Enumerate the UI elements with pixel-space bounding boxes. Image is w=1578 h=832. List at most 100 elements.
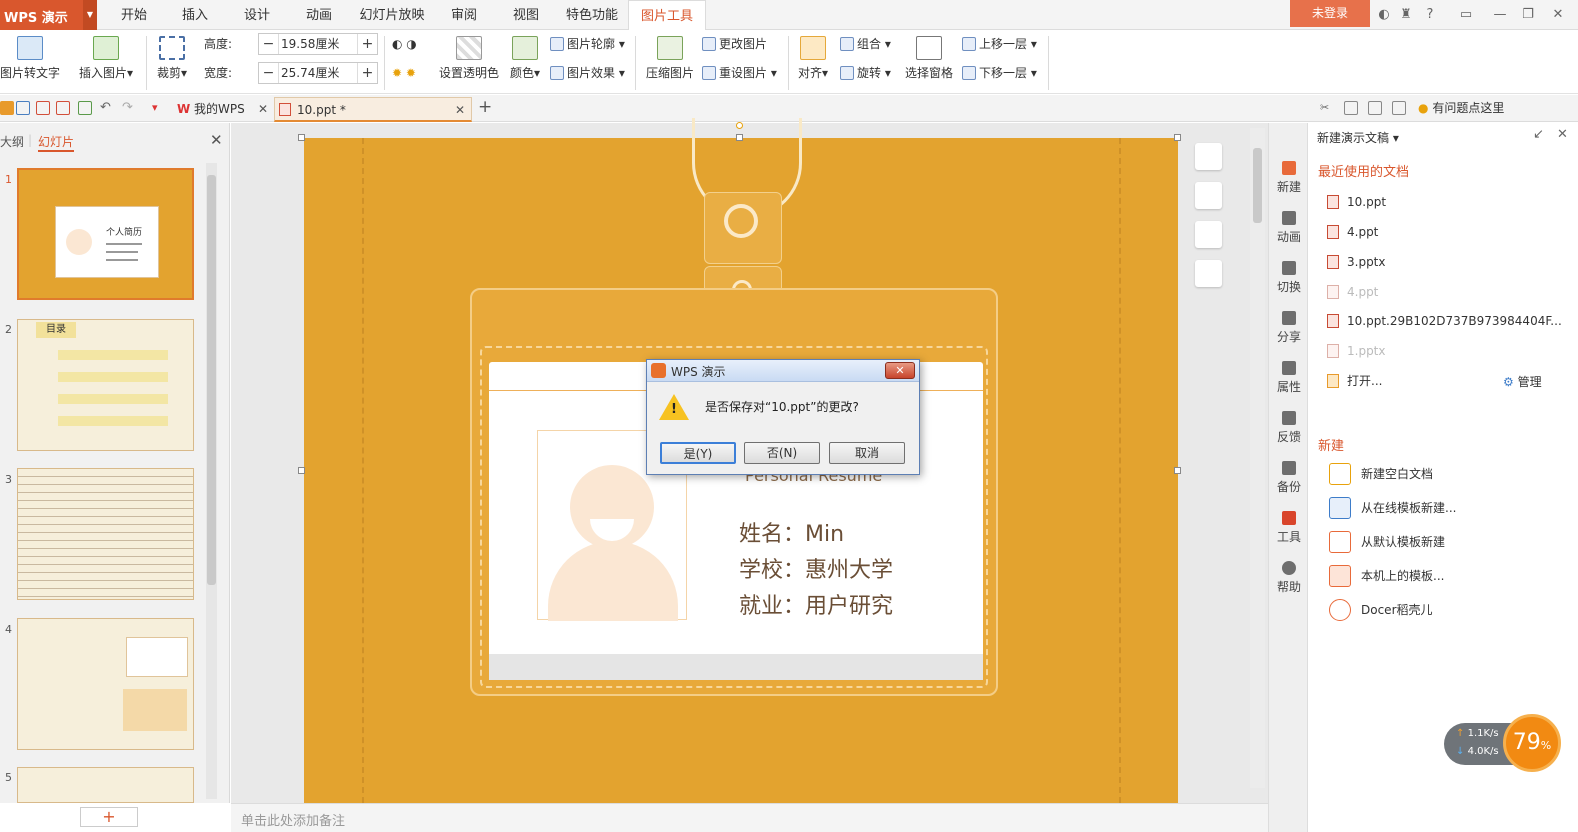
resize-handle[interactable] — [298, 134, 305, 141]
tab-features[interactable]: 特色功能 — [562, 0, 622, 30]
send-backward-button[interactable]: 下移一层 ▾ — [962, 62, 1037, 84]
tab-design[interactable]: 设计 — [235, 0, 279, 30]
contrast-icon[interactable]: ◐ ◑ — [392, 33, 417, 55]
pdf-icon[interactable] — [36, 101, 50, 115]
tab-review[interactable]: 审阅 — [442, 0, 486, 30]
height-value[interactable]: 19.58厘米 — [281, 34, 339, 54]
close-icon[interactable]: ✕ — [210, 131, 223, 149]
minimize-icon[interactable]: — — [1492, 7, 1508, 23]
slide-thumbnail-1[interactable]: 个人简历 — [17, 168, 194, 300]
new-from-online-template[interactable]: 从在线模板新建... — [1329, 495, 1456, 521]
slide-thumbnail-3[interactable] — [17, 468, 194, 600]
tool-icon[interactable] — [1368, 101, 1382, 115]
close-icon[interactable]: ✕ — [1550, 7, 1566, 23]
save-icon[interactable] — [16, 101, 30, 115]
reset-picture-button[interactable]: 重设图片 ▾ — [702, 62, 777, 84]
resize-handle[interactable] — [1174, 134, 1181, 141]
manage-link[interactable]: ⚙ 管理 — [1503, 373, 1542, 390]
minus-icon[interactable]: − — [259, 63, 279, 83]
nav-help[interactable]: 帮助 — [1269, 561, 1309, 595]
login-button[interactable]: 未登录 — [1290, 0, 1370, 27]
recent-file[interactable]: 4.ppt — [1327, 282, 1378, 302]
help-icon[interactable]: ? — [1422, 7, 1438, 23]
print-icon[interactable] — [56, 101, 70, 115]
app-menu-button[interactable]: WPS 演示 ▼ — [0, 0, 97, 30]
tab-insert[interactable]: 插入 — [173, 0, 217, 30]
nav-share[interactable]: 分享 — [1269, 311, 1309, 345]
nav-backup[interactable]: 备份 — [1269, 461, 1309, 495]
width-stepper[interactable]: − 25.74厘米 + — [258, 62, 378, 84]
resize-handle[interactable] — [298, 467, 305, 474]
picture-effect-button[interactable]: 图片效果 ▾ — [550, 62, 625, 84]
open-file-link[interactable]: 打开... — [1327, 371, 1382, 391]
nav-new[interactable]: 新建 — [1269, 161, 1309, 195]
tool-icon[interactable] — [1344, 101, 1358, 115]
width-value[interactable]: 25.74厘米 — [281, 63, 339, 83]
scrollbar-thumb[interactable] — [207, 175, 216, 585]
change-picture-button[interactable]: 更改图片 — [702, 33, 767, 55]
recent-file[interactable]: 4.ppt — [1327, 222, 1378, 242]
plus-icon[interactable]: + — [357, 34, 377, 54]
new-tab-icon[interactable]: + — [478, 97, 492, 117]
recent-file[interactable]: 10.ppt — [1327, 192, 1386, 212]
add-slide-button[interactable]: + — [80, 807, 138, 827]
tab-outline[interactable]: 大纲 — [0, 133, 24, 150]
shirt-icon[interactable]: ♜ — [1398, 7, 1414, 23]
tab-slides[interactable]: 幻灯片 — [38, 133, 75, 152]
slideshow-icon[interactable] — [1195, 260, 1222, 287]
yes-button[interactable]: 是(Y) — [660, 442, 736, 464]
minus-icon[interactable]: − — [259, 34, 279, 54]
skin-icon[interactable]: ◐ — [1376, 7, 1392, 23]
slide-thumbnail-2[interactable]: 目录 — [17, 319, 194, 451]
task-pane-title[interactable]: 新建演示文稿 ▾ — [1317, 129, 1399, 146]
tool-icon[interactable] — [1392, 101, 1406, 115]
selection-pane-button[interactable]: 选择窗格 — [902, 36, 956, 81]
canvas-scrollbar[interactable] — [1250, 128, 1265, 788]
pin-icon[interactable]: ↙ — [1533, 127, 1544, 142]
rotate-button[interactable]: 旋转 ▾ — [840, 62, 891, 84]
cancel-button[interactable]: 取消 — [829, 442, 905, 464]
plus-icon[interactable]: + — [357, 63, 377, 83]
close-icon[interactable]: ✕ — [885, 362, 915, 379]
slide-thumbnail-4[interactable] — [17, 618, 194, 750]
help-link[interactable]: ● 有问题点这里 — [1418, 99, 1504, 116]
undo-icon[interactable]: ↶ — [100, 101, 114, 115]
group-button[interactable]: 组合 ▾ — [840, 33, 891, 55]
tab-document[interactable]: 10.ppt * ✕ — [274, 97, 472, 122]
tab-home[interactable]: 开始 — [112, 0, 156, 30]
brightness-icon[interactable]: ✹ ✹ — [392, 62, 416, 84]
layers-icon[interactable] — [1195, 143, 1222, 170]
nav-animation[interactable]: 动画 — [1269, 211, 1309, 245]
resize-handle[interactable] — [1174, 467, 1181, 474]
color-button[interactable]: 颜色▾ — [506, 36, 544, 81]
close-icon[interactable]: ✕ — [258, 97, 268, 121]
nav-transition[interactable]: 切换 — [1269, 261, 1309, 295]
picture-outline-button[interactable]: 图片轮廓 ▾ — [550, 33, 625, 55]
maximize-icon[interactable]: ❐ — [1520, 7, 1536, 23]
chevron-down-icon[interactable]: ▼ — [83, 0, 97, 30]
scrollbar-thumb[interactable] — [1253, 148, 1262, 223]
restore-top-icon[interactable]: ▭ — [1458, 7, 1474, 23]
set-transparent-button[interactable]: 设置透明色 — [436, 36, 502, 81]
crop-button[interactable]: 裁剪▾ — [152, 36, 192, 81]
memory-percent-ball[interactable]: 79% — [1503, 714, 1561, 772]
recent-file[interactable]: 1.pptx — [1327, 341, 1386, 361]
insert-picture-button[interactable]: 插入图片▾ — [75, 36, 137, 81]
redo-icon[interactable]: ↷ — [122, 101, 136, 115]
pic-to-text-button[interactable]: 图片转文字 — [0, 36, 60, 81]
recent-file[interactable]: 3.pptx — [1327, 252, 1386, 272]
tab-animation[interactable]: 动画 — [297, 0, 341, 30]
tab-picture-tools[interactable]: 图片工具 — [628, 0, 706, 31]
tab-mywps[interactable]: W 我的WPS ✕ — [172, 97, 272, 122]
notes-placeholder[interactable]: 单击此处添加备注 — [231, 803, 1268, 832]
bring-forward-button[interactable]: 上移一层 ▾ — [962, 33, 1037, 55]
nav-tools[interactable]: 工具 — [1269, 511, 1309, 545]
height-stepper[interactable]: − 19.58厘米 + — [258, 33, 378, 55]
align-button[interactable]: 对齐▾ — [794, 36, 832, 81]
recent-file[interactable]: 10.ppt.29B102D737B973984404F... — [1327, 311, 1562, 331]
scrollbar[interactable] — [206, 163, 217, 799]
local-templates[interactable]: 本机上的模板... — [1329, 563, 1444, 589]
tab-slideshow[interactable]: 幻灯片放映 — [358, 0, 426, 30]
rotate-handle[interactable] — [736, 122, 743, 129]
new-from-default-template[interactable]: 从默认模板新建 — [1329, 529, 1445, 555]
